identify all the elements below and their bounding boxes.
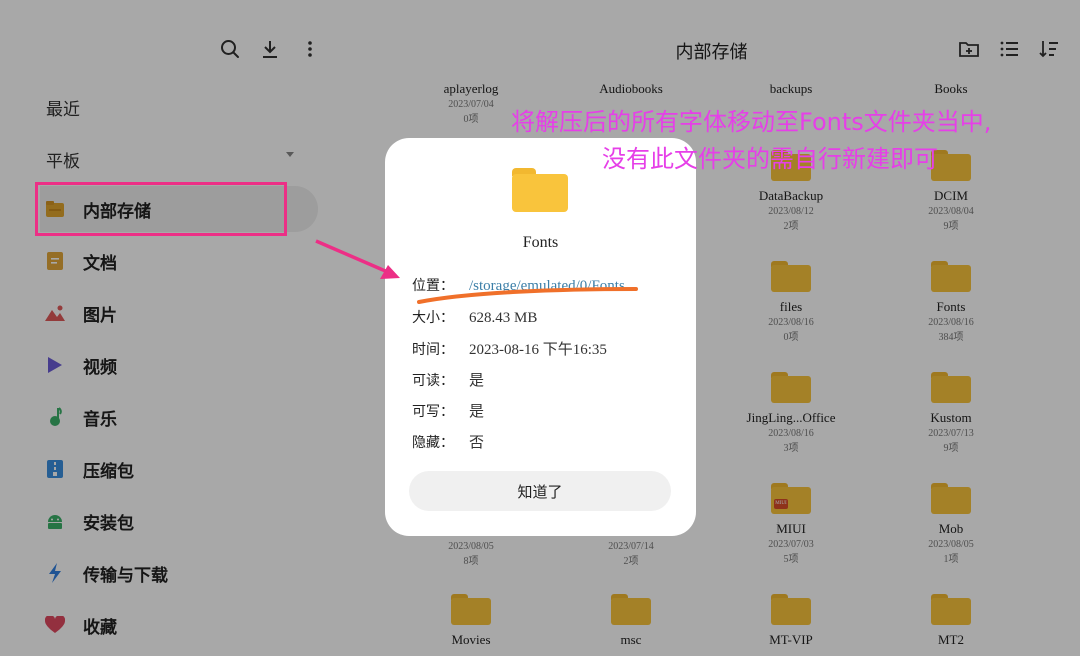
annotation-line-2: 没有此文件夹的需自行新建即可 <box>602 145 938 173</box>
annotation-line-1: 将解压后的所有字体移动至Fonts文件夹当中, <box>511 108 992 136</box>
dialog-title: Fonts <box>522 234 559 251</box>
location-path-link[interactable]: /storage/emulated/0/Fonts <box>469 278 625 295</box>
folder-icon <box>512 168 568 212</box>
highlight-box <box>35 182 287 236</box>
folder-properties-dialog: Fonts 位置： /storage/emulated/0/Fonts 大小： … <box>385 138 696 536</box>
property-value: 是 <box>469 404 485 420</box>
property-label: 时间： <box>412 342 454 358</box>
property-size: 大小： 628.43 MB <box>412 307 537 327</box>
property-label: 大小： <box>412 310 454 326</box>
property-label: 可写： <box>412 404 454 420</box>
property-label: 可读： <box>412 373 454 389</box>
property-value: 628.43 MB <box>469 310 538 326</box>
property-value: 否 <box>469 435 485 451</box>
property-value: 2023-08-16 下午16:35 <box>469 342 607 358</box>
property-label: 位置： <box>412 278 454 294</box>
ok-button[interactable]: 知道了 <box>409 471 671 511</box>
property-value: 是 <box>469 373 485 389</box>
property-writable: 可写： 是 <box>412 400 484 421</box>
property-location: 位置： /storage/emulated/0/Fonts <box>412 275 625 295</box>
property-time: 时间： 2023-08-16 下午16:35 <box>412 338 607 359</box>
property-label: 隐藏： <box>412 435 454 451</box>
property-readable: 可读： 是 <box>412 369 484 390</box>
property-hidden: 隐藏： 否 <box>412 431 484 452</box>
